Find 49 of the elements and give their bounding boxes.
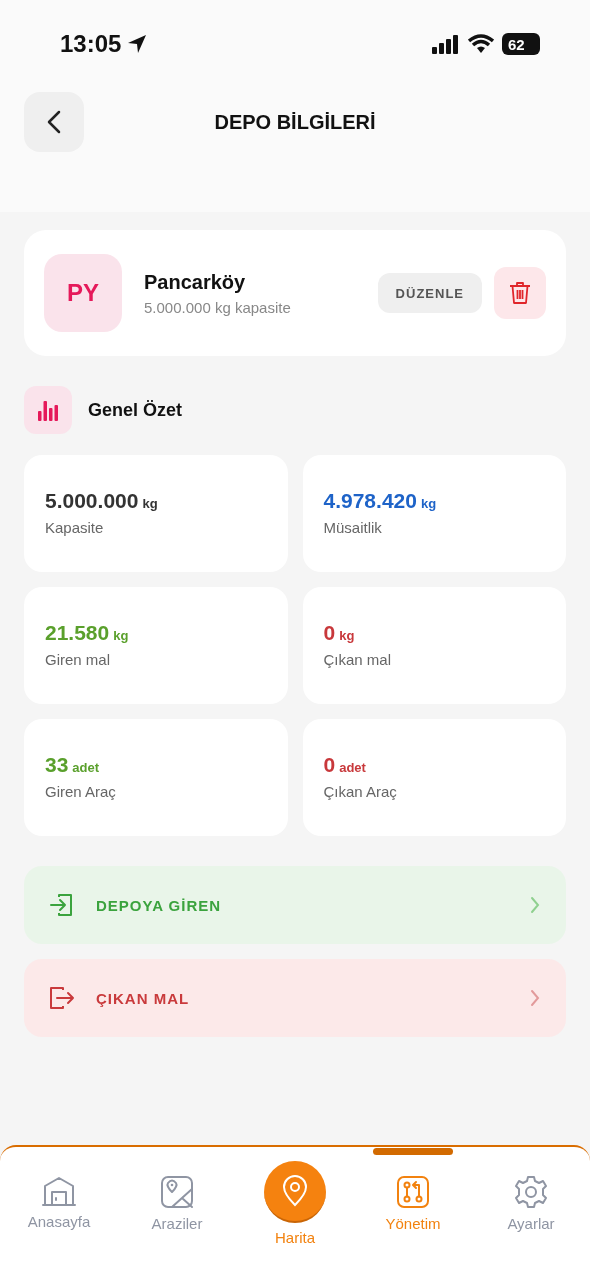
section-title: Genel Özet (88, 399, 183, 421)
page-title: DEPO BİLGİLERİ (213, 110, 377, 134)
nav-tab[interactable]: Yönetim (354, 1175, 472, 1278)
edit-button[interactable]: DÜZENLE (377, 273, 482, 313)
trash-icon (509, 281, 531, 305)
action-row[interactable]: DEPOYA GİREN (24, 866, 566, 944)
location-arrow-icon (127, 34, 148, 54)
signal-icon (432, 34, 460, 54)
stat-label: Çıkan Araç (323, 783, 398, 800)
stat-label: Giren Araç (45, 783, 117, 800)
battery-indicator: 62 (502, 33, 540, 55)
stat-unit: kg (339, 628, 355, 643)
stat-unit: kg (142, 496, 158, 511)
stat-unit: adet (72, 760, 100, 775)
stat-value: 5.000.000 (45, 489, 139, 513)
stat-label: Kapasite (45, 519, 105, 536)
stat-value: 33 (45, 753, 69, 777)
stat-label: Çıkan mal (323, 651, 393, 668)
nav-tab[interactable]: Anasayfa (0, 1175, 118, 1278)
depot-capacity: 5.000.000 kg kapasite (144, 298, 292, 316)
back-button[interactable] (24, 92, 84, 152)
action-row[interactable]: ÇIKAN MAL (24, 959, 566, 1037)
stat-unit: kg (113, 628, 129, 643)
stat-value: 0 (323, 753, 336, 777)
nav-tab[interactable]: Ayarlar (472, 1175, 590, 1278)
map-pin-icon (282, 1175, 308, 1207)
stat-unit: adet (339, 760, 366, 775)
depot-name: Pancarköy (144, 270, 247, 294)
bar-chart-icon (37, 399, 59, 421)
stat-value: 0 (323, 621, 336, 645)
chevron-right-icon (530, 989, 540, 1007)
stat-value: 21.580 (45, 621, 110, 645)
chevron-right-icon (530, 896, 540, 914)
stat-value: 4.978.420 (323, 489, 417, 513)
nav-tab[interactable]: Araziler (118, 1175, 236, 1278)
settings-icon (514, 1175, 548, 1209)
exit-icon (50, 986, 76, 1010)
clock-time: 13:05 (60, 30, 122, 58)
merge-icon (396, 1175, 430, 1209)
depot-avatar: PY (44, 254, 122, 332)
delete-button[interactable] (494, 267, 546, 319)
image-icon (160, 1175, 194, 1209)
chevron-left-icon (47, 110, 61, 134)
stat-unit: kg (420, 496, 437, 511)
nav-tab[interactable]: Harita (236, 1161, 354, 1278)
barn-icon (42, 1175, 76, 1207)
wifi-icon (468, 34, 494, 54)
stat-label: Müsaitlik (323, 519, 383, 536)
stat-label: Giren mal (45, 651, 112, 668)
